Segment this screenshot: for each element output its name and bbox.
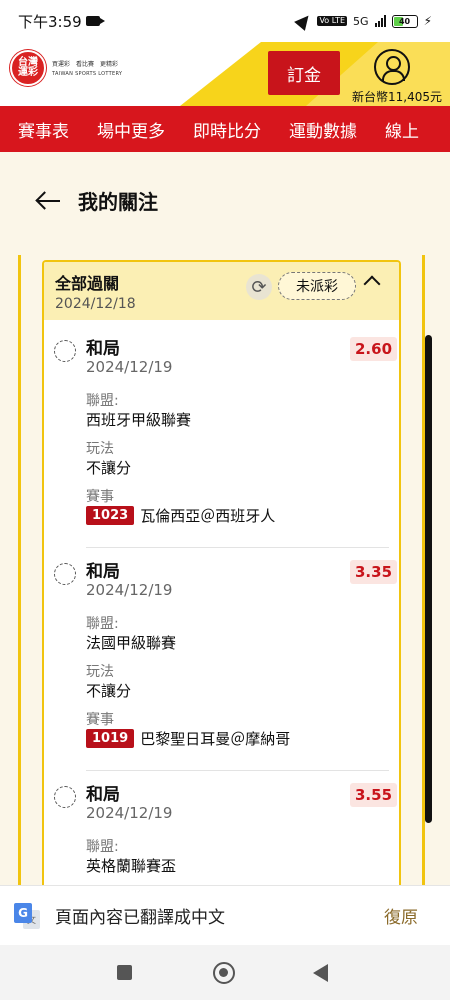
- nav-item-more-in-play[interactable]: 場中更多: [83, 117, 179, 142]
- deposit-button[interactable]: 訂金: [268, 51, 340, 95]
- match-row: 1019 巴黎聖日耳曼＠摩納哥: [86, 728, 290, 749]
- odds-badge: 3.35: [350, 560, 398, 584]
- account-balance: 新台幣11,405元: [352, 90, 442, 104]
- app-header: 台灣 運彩 買運彩 看比賽 更精彩 TAIWAN SPORTS LOTTERY 訂…: [0, 42, 450, 106]
- page-title-row: 我的關注: [36, 186, 158, 215]
- play-value: 不讓分: [86, 682, 132, 700]
- play-value: 不讓分: [86, 459, 132, 477]
- match-id-badge: 1023: [86, 506, 135, 525]
- match-row: 1023 瓦倫西亞＠西班牙人: [86, 505, 275, 526]
- back-triangle-icon[interactable]: [313, 964, 328, 982]
- status-time-group: 下午3:59: [18, 11, 105, 32]
- location-icon: [294, 11, 315, 31]
- volte-icon: Vo LTE: [317, 16, 348, 26]
- translation-banner: 文 G 頁面內容已翻譯成中文 復原: [0, 885, 450, 945]
- league-value: 西班牙甲級聯賽: [86, 411, 192, 429]
- match-name: 瓦倫西亞＠西班牙人: [140, 507, 276, 525]
- league-value: 法國甲級聯賽: [86, 634, 177, 652]
- user-account-icon[interactable]: [374, 49, 410, 85]
- logo-tagline: 買運彩 看比賽 更精彩: [52, 61, 119, 68]
- logo-wordmark: 買運彩 看比賽 更精彩 TAIWAN SPORTS LOTTERY: [52, 59, 122, 77]
- bet-item: 和局 2024/12/19 3.55 聯盟: 英格蘭聯賽盃: [44, 766, 399, 885]
- nav-item-live-score[interactable]: 即時比分: [179, 117, 275, 142]
- match-name: 巴黎聖日耳曼＠摩納哥: [140, 730, 291, 748]
- home-icon[interactable]: [213, 962, 235, 984]
- bet-date: 2024/12/19: [86, 804, 173, 822]
- logo-emblem: 台灣 運彩: [10, 50, 46, 86]
- payout-status-badge: 未派彩: [278, 272, 356, 300]
- system-navigation-bar: [0, 945, 450, 1000]
- battery-icon: 40: [391, 14, 418, 28]
- status-bar: 下午3:59 Vo LTE 5G 40 ⚡: [0, 0, 450, 42]
- frame-border-left: [18, 255, 21, 885]
- bet-item: 和局 2024/12/19 2.60 聯盟: 西班牙甲級聯賽 玩法 不讓分 賽事…: [44, 320, 399, 548]
- bet-selection: 和局: [86, 785, 120, 805]
- bet-date: 2024/12/19: [86, 358, 173, 376]
- league-value: 英格蘭聯賽盃: [86, 857, 177, 875]
- google-translate-icon: 文 G: [14, 902, 40, 929]
- battery-level: 40: [398, 16, 411, 26]
- radio-circle-icon[interactable]: [54, 786, 76, 808]
- match-label: 賽事: [86, 489, 114, 505]
- recents-icon[interactable]: [117, 965, 132, 980]
- radio-circle-icon[interactable]: [54, 563, 76, 585]
- status-time: 下午3:59: [18, 12, 82, 31]
- league-label: 聯盟:: [86, 839, 119, 855]
- nav-item-sports-data[interactable]: 運動數據: [275, 117, 371, 142]
- page-title: 我的關注: [78, 190, 158, 214]
- nav-item-online[interactable]: 線上: [371, 117, 433, 142]
- odds-badge: 3.55: [350, 783, 398, 807]
- play-label: 玩法: [86, 441, 114, 457]
- bet-date: 2024/12/19: [86, 581, 173, 599]
- nav-item-schedule[interactable]: 賽事表: [0, 117, 83, 142]
- refresh-icon[interactable]: ⟳: [246, 274, 272, 300]
- ticket-card: 全部過關 2024/12/18 ⟳ 未派彩 和局 2024/12/19 2.60…: [42, 260, 401, 885]
- logo-english: TAIWAN SPORTS LOTTERY: [52, 71, 123, 77]
- odds-badge: 2.60: [350, 337, 398, 361]
- main-nav: 賽事表 場中更多 即時比分 運動數據 線上: [0, 106, 450, 152]
- scrollbar[interactable]: [425, 335, 432, 823]
- charging-icon: ⚡: [423, 14, 432, 28]
- brand-logo[interactable]: 台灣 運彩 買運彩 看比賽 更精彩 TAIWAN SPORTS LOTTERY: [10, 50, 122, 86]
- match-label: 賽事: [86, 712, 114, 728]
- camera-icon: [85, 16, 105, 26]
- back-arrow-icon[interactable]: [36, 191, 62, 211]
- signal-icon: [374, 15, 386, 27]
- radio-circle-icon[interactable]: [54, 340, 76, 362]
- bet-selection: 和局: [86, 339, 120, 359]
- status-icons: Vo LTE 5G 40 ⚡: [294, 11, 432, 31]
- match-id-badge: 1019: [86, 729, 135, 748]
- league-label: 聯盟:: [86, 393, 119, 409]
- translation-message: 頁面內容已翻譯成中文: [55, 908, 225, 928]
- network-label: 5G: [353, 14, 369, 28]
- play-label: 玩法: [86, 664, 114, 680]
- league-label: 聯盟:: [86, 616, 119, 632]
- ticket-header: 全部過關 2024/12/18 ⟳ 未派彩: [44, 262, 399, 320]
- restore-button[interactable]: 復原: [384, 903, 418, 928]
- bet-selection: 和局: [86, 562, 120, 582]
- bet-item: 和局 2024/12/19 3.35 聯盟: 法國甲級聯賽 玩法 不讓分 賽事 …: [44, 543, 399, 771]
